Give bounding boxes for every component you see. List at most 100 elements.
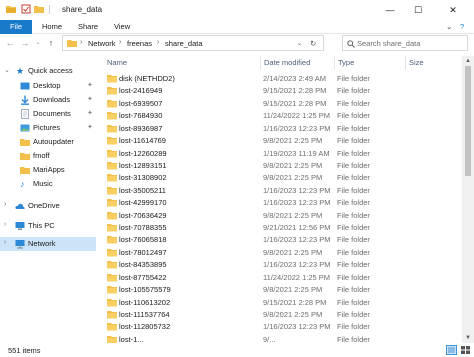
file-date-modified: 11/24/2022 1:25 PM <box>263 272 330 282</box>
nav-item-desktop[interactable]: Desktop ✦ <box>0 79 96 93</box>
expand-ribbon-icon[interactable]: ⌄ <box>446 20 452 34</box>
folder-icon <box>107 149 117 158</box>
nav-network[interactable]: › Network <box>0 237 96 251</box>
breadcrumb-network[interactable]: Network <box>88 39 116 48</box>
file-row[interactable]: lost-70636429 9/8/2021 2:25 PM File folder <box>100 210 430 221</box>
file-row[interactable]: lost-105575579 9/8/2021 2:25 PM File folde… <box>100 284 430 295</box>
tab-home[interactable]: Home <box>42 20 62 34</box>
file-row[interactable]: disk (NETHDD2) 2/14/2023 2:49 AM File fold… <box>100 73 430 84</box>
folder-icon <box>107 161 117 170</box>
nav-this-pc[interactable]: › This PC <box>0 219 96 233</box>
back-arrow-icon[interactable]: ← <box>4 37 16 49</box>
nav-item-documents[interactable]: Documents ✦ <box>0 107 96 121</box>
breadcrumb-freenas[interactable]: freenas <box>127 39 152 48</box>
address-bar[interactable]: › Network › freenas › share_data ⌄ ↻ <box>62 35 324 51</box>
ribbon-tabs: File Home Share View ⌄ ? <box>0 20 474 34</box>
chevron-right-icon[interactable]: › <box>4 221 6 228</box>
nav-label: Pictures <box>33 123 61 132</box>
scroll-thumb[interactable] <box>465 66 471 176</box>
help-icon[interactable]: ? <box>460 20 464 34</box>
nav-label: fmoff <box>33 151 50 160</box>
file-date-modified: 11/24/2022 1:25 PM <box>263 111 330 121</box>
file-row[interactable]: lost-87755422 11/24/2022 1:25 PM File fold… <box>100 272 430 283</box>
file-name: lost-11614769 <box>119 136 166 146</box>
up-arrow-icon[interactable]: ↑ <box>45 37 57 49</box>
vertical-scrollbar[interactable]: ▲ ▼ <box>462 56 474 343</box>
file-row[interactable]: lost-112805732 1/16/2023 12:23 PM File fol… <box>100 321 430 332</box>
column-type[interactable]: Type <box>338 58 354 67</box>
file-date-modified: 1/16/2023 12:23 PM <box>263 260 331 270</box>
file-row[interactable]: lost-78012497 9/8/2021 2:25 PM File folder <box>100 247 430 258</box>
properties-icon[interactable] <box>21 4 31 14</box>
search-input[interactable]: Search share_data <box>357 39 420 48</box>
nav-item-pictures[interactable]: Pictures ✦ <box>0 121 96 135</box>
file-row[interactable]: lost-6939507 9/15/2021 2:28 PM File folder <box>100 98 430 109</box>
nav-item-music[interactable]: ♪ Music <box>0 177 96 191</box>
column-date-modified[interactable]: Date modified <box>264 58 310 67</box>
forward-arrow-icon[interactable]: → <box>19 37 31 49</box>
breadcrumb-separator[interactable]: › <box>80 39 82 46</box>
file-row[interactable]: lost-11614769 9/8/2021 2:25 PM File folder <box>100 135 430 146</box>
breadcrumb-share-data[interactable]: share_data <box>165 39 203 48</box>
desktop-icon <box>20 82 30 90</box>
address-dropdown-icon[interactable]: ⌄ <box>297 40 302 47</box>
close-button[interactable]: ✕ <box>432 0 474 20</box>
folder-icon[interactable] <box>6 4 16 14</box>
breadcrumb-separator[interactable]: › <box>119 39 121 46</box>
folder-icon <box>107 137 117 145</box>
file-row[interactable]: lost-31308902 9/8/2021 2:25 PM File folder <box>100 172 430 183</box>
file-row[interactable]: lost-12260289 1/19/2023 11:19 AM File fold… <box>100 148 430 159</box>
file-row[interactable]: lost-8936987 1/16/2023 12:23 PM File folde… <box>100 123 430 134</box>
chevron-right-icon[interactable]: › <box>4 239 6 246</box>
column-divider[interactable] <box>405 56 406 70</box>
folder-icon <box>107 124 117 133</box>
chevron-right-icon[interactable]: › <box>4 201 6 208</box>
file-row[interactable]: lost-110613202 9/15/2021 2:28 PM File fold… <box>100 297 430 308</box>
file-row[interactable]: lost-7684930 11/24/2022 1:25 PM File folde… <box>100 110 430 121</box>
recent-locations-icon[interactable]: ⌄ <box>32 37 44 49</box>
column-size[interactable]: Size <box>409 58 424 67</box>
nav-item-autoupdater[interactable]: Autoupdater <box>0 135 96 149</box>
nav-onedrive[interactable]: › OneDrive <box>0 199 96 213</box>
file-type: File folder <box>337 223 370 233</box>
tab-share[interactable]: Share <box>78 20 98 34</box>
large-icons-view-icon[interactable] <box>460 345 471 355</box>
column-name[interactable]: Name <box>107 58 127 67</box>
file-name: lost-2416949 <box>119 86 163 96</box>
nav-item-fmoff[interactable]: fmoff <box>0 149 96 163</box>
tab-file[interactable]: File <box>0 20 32 34</box>
column-divider[interactable] <box>260 56 261 70</box>
file-name: lost-84353895 <box>119 260 167 270</box>
file-row[interactable]: lost-84353895 1/16/2023 12:23 PM File fold… <box>100 259 430 270</box>
computer-icon <box>15 222 25 230</box>
maximize-button[interactable]: ☐ <box>404 0 432 20</box>
scroll-down-icon[interactable]: ▼ <box>462 333 474 343</box>
file-type: File folder <box>337 235 370 245</box>
file-date-modified: 1/16/2023 12:23 PM <box>263 185 331 195</box>
refresh-icon[interactable]: ↻ <box>310 39 316 48</box>
nav-label: Downloads <box>33 95 71 104</box>
nav-item-mariapps[interactable]: MariApps <box>0 163 96 177</box>
new-folder-icon[interactable] <box>34 4 44 14</box>
search-box[interactable]: Search share_data <box>342 35 468 51</box>
chevron-down-icon[interactable]: ⌄ <box>4 66 10 74</box>
nav-quick-access[interactable]: ⌄ ★ Quick access <box>0 64 96 78</box>
file-row[interactable]: lost-35005211 1/16/2023 12:23 PM File fold… <box>100 185 430 196</box>
details-view-icon[interactable] <box>446 345 457 355</box>
file-row[interactable]: lost-2416949 9/15/2021 2:28 PM File folder <box>100 85 430 96</box>
scroll-up-icon[interactable]: ▲ <box>462 56 474 66</box>
file-date-modified: 1/19/2023 11:19 AM <box>263 148 330 158</box>
breadcrumb-separator[interactable]: › <box>157 39 159 46</box>
file-row[interactable]: lost-111537764 9/8/2021 2:25 PM File folde… <box>100 309 430 320</box>
tab-view[interactable]: View <box>114 20 130 34</box>
file-row[interactable]: lost-76065818 1/16/2023 12:23 PM File fold… <box>100 234 430 245</box>
address-row: ← → ⌄ ↑ › Network › freenas › share_data… <box>0 34 474 52</box>
minimize-button[interactable]: — <box>376 0 404 20</box>
column-divider[interactable] <box>334 56 335 70</box>
nav-label: OneDrive <box>28 201 60 210</box>
nav-item-downloads[interactable]: Downloads ✦ <box>0 93 96 107</box>
file-name: lost-70636429 <box>119 210 167 220</box>
file-row[interactable]: lost-70788355 9/21/2021 12:56 PM File fold… <box>100 222 430 233</box>
file-row[interactable]: lost-12893151 9/8/2021 2:25 PM File folder <box>100 160 430 171</box>
file-row[interactable]: lost-42999170 1/16/2023 12:23 PM File fold… <box>100 197 430 208</box>
